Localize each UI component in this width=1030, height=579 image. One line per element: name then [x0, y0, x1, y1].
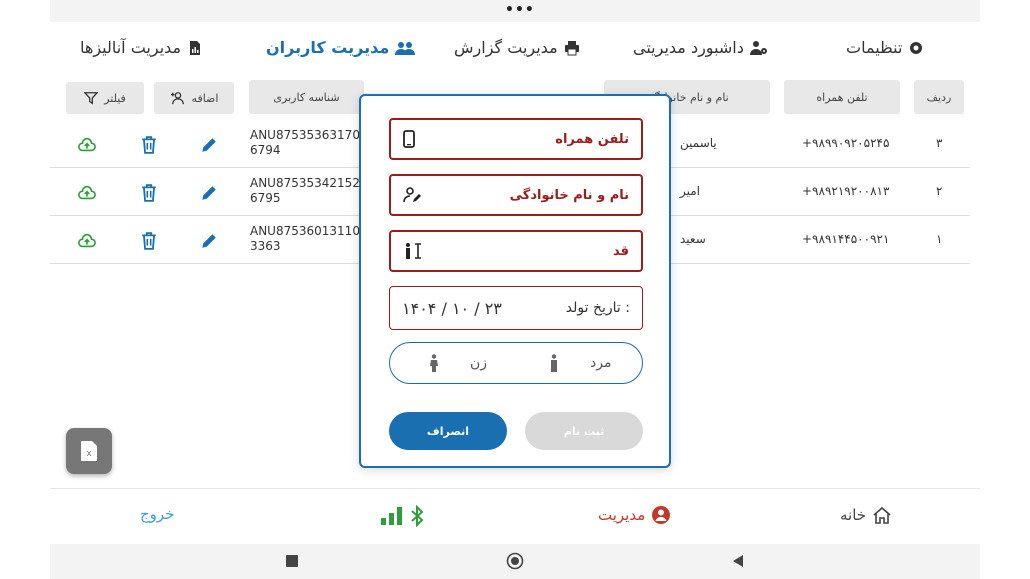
filter-icon: [84, 92, 99, 105]
gender-selector: زن مرد: [389, 342, 643, 384]
cell-index: ۳: [936, 136, 943, 150]
cell-phone: +۹۸۹۲۱۹۲۰۰۸۱۳: [802, 184, 890, 198]
gender-female-label: زن: [470, 355, 488, 371]
user-circle-icon: [652, 506, 671, 524]
tab-settings-label: تنظیمات: [846, 38, 903, 57]
birth-date-value: ۱۴۰۴ / ۱۰ / ۲۳: [402, 298, 502, 318]
birth-date-label: تاریخ تولد :: [565, 300, 630, 316]
height-field[interactable]: قد: [389, 230, 643, 272]
cell-uid: ANU875360131103363: [250, 224, 360, 253]
connection-status: [380, 505, 424, 527]
bluetooth-icon[interactable]: [410, 505, 424, 527]
signal-bars-icon: [381, 507, 402, 525]
register-user-modal: تلفن همراه نام و نام خانوادگی قد ۱۴۰۴ / …: [359, 94, 671, 468]
cancel-button[interactable]: انصراف: [389, 412, 507, 450]
user-gear-icon: [749, 40, 767, 55]
add-label: اضافه: [191, 91, 219, 105]
excel-file-icon: x: [81, 441, 97, 461]
tab-dashboard[interactable]: داشبورد مدیریتی: [633, 38, 768, 57]
add-user-icon: [170, 92, 184, 105]
male-icon: [551, 354, 557, 372]
cell-uid: ANU875353421526795: [250, 176, 360, 205]
header-uid[interactable]: شناسه کاربری: [249, 80, 364, 114]
home-button[interactable]: خانه: [840, 505, 892, 525]
tab-analytics-label: مدیریت آنالیزها: [80, 38, 182, 57]
female-icon: [430, 354, 438, 372]
svg-text:x: x: [86, 449, 92, 459]
filter-button[interactable]: فیلتر: [66, 82, 144, 114]
filter-label: فیلتر: [104, 91, 126, 105]
tab-analytics[interactable]: مدیریت آنالیزها: [80, 38, 203, 57]
delete-icon[interactable]: [138, 134, 160, 156]
height-icon: [406, 243, 421, 259]
cell-index: ۲: [936, 184, 943, 198]
back-icon[interactable]: [731, 554, 745, 568]
full-name-field[interactable]: نام و نام خانوادگی: [389, 174, 643, 216]
bottom-bar: خروج مدیریت خانه: [50, 488, 980, 544]
users-icon: [395, 41, 416, 55]
tab-settings[interactable]: تنظیمات: [846, 38, 924, 57]
tab-users-label: مدیریت کاربران: [266, 38, 390, 57]
system-nav-bar: [50, 544, 980, 579]
delete-icon[interactable]: [138, 182, 160, 204]
file-chart-icon: [190, 40, 201, 55]
upload-cloud-icon[interactable]: [76, 134, 98, 156]
add-user-button[interactable]: اضافه: [154, 82, 234, 114]
more-dots-icon[interactable]: •••: [505, 2, 535, 18]
management-button[interactable]: مدیریت: [598, 505, 671, 525]
gender-female-option[interactable]: زن: [428, 354, 487, 372]
edit-icon[interactable]: [198, 230, 220, 252]
status-bar: •••: [50, 0, 980, 22]
mobile-phone-icon: [403, 130, 415, 148]
exit-label: خروج: [140, 505, 175, 523]
gear-icon: [910, 41, 923, 54]
home-icon: [873, 506, 891, 524]
tab-reports[interactable]: مدیریت گزارش: [454, 38, 580, 57]
height-field-label: قد: [612, 243, 629, 259]
full-name-field-label: نام و نام خانوادگی: [509, 187, 629, 203]
exit-button[interactable]: خروج: [140, 505, 174, 523]
cell-index: ۱: [936, 232, 943, 246]
tab-users[interactable]: مدیریت کاربران: [266, 38, 416, 57]
cell-uid: ANU875353631706794: [250, 128, 360, 157]
user-edit-icon: [403, 187, 421, 203]
home-label: خانه: [840, 506, 867, 524]
edit-icon[interactable]: [198, 182, 220, 204]
cell-name: امیر: [680, 184, 701, 198]
gender-male-option[interactable]: مرد: [548, 354, 611, 372]
gender-male-label: مرد: [590, 355, 612, 371]
delete-icon[interactable]: [138, 230, 160, 252]
excel-export-button[interactable]: x: [66, 428, 112, 474]
register-button[interactable]: ثبت نام: [525, 412, 643, 450]
top-nav: مدیریت آنالیزها مدیریت کاربران مدیریت گز…: [50, 22, 980, 74]
header-phone[interactable]: تلفن همراه: [784, 80, 900, 114]
phone-field-label: تلفن همراه: [555, 131, 629, 147]
printer-icon: [564, 40, 579, 55]
recents-icon[interactable]: [285, 554, 299, 568]
edit-icon[interactable]: [198, 134, 220, 156]
cell-phone: +۹۸۹۹۰۹۲۰۵۲۴۵: [802, 136, 890, 150]
upload-cloud-icon[interactable]: [76, 182, 98, 204]
tab-reports-label: مدیریت گزارش: [454, 38, 558, 57]
header-index[interactable]: ردیف: [914, 80, 964, 114]
cell-name: سعید: [680, 232, 706, 246]
cell-name: یاسمین: [680, 136, 717, 150]
home-circle-icon[interactable]: [506, 552, 524, 570]
phone-field[interactable]: تلفن همراه: [389, 118, 643, 160]
birth-date-field[interactable]: ۱۴۰۴ / ۱۰ / ۲۳ تاریخ تولد :: [389, 286, 643, 330]
cell-phone: +۹۸۹۱۴۴۵۰۰۹۲۱: [802, 232, 890, 246]
tab-dashboard-label: داشبورد مدیریتی: [633, 38, 744, 57]
upload-cloud-icon[interactable]: [76, 230, 98, 252]
management-label: مدیریت: [598, 506, 646, 524]
